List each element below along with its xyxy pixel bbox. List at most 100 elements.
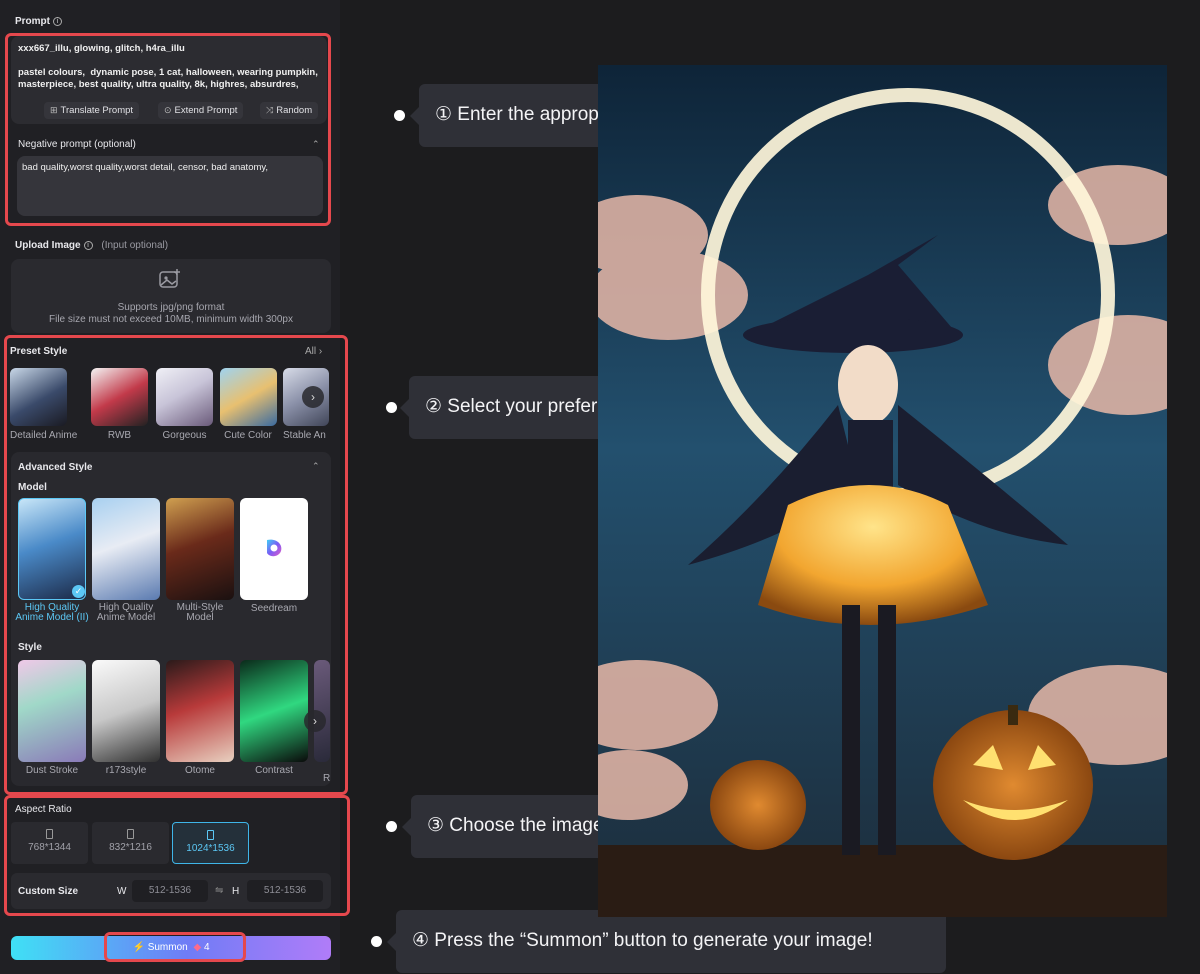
height-label: H — [232, 886, 240, 897]
preset-caption: Stable An — [283, 430, 326, 441]
right-leg — [878, 605, 896, 855]
width-input[interactable]: 512-1536 — [132, 880, 208, 902]
aspect-ratio-label: Aspect Ratio — [15, 804, 72, 815]
ratio-option-832x1216[interactable]: 832*1216 — [92, 822, 169, 864]
collapse-advanced-icon[interactable]: ⌃ — [312, 461, 320, 472]
selected-check-icon: ✓ — [72, 585, 85, 598]
upload-hint: (Input optional) — [101, 240, 169, 251]
summon-label: Summon — [147, 942, 188, 953]
ground — [598, 845, 1167, 917]
generated-image-witch-halloween — [598, 65, 1167, 917]
model-caption-selected: High Quality Anime Model (II) — [15, 602, 89, 623]
translate-icon: ⊞ — [50, 105, 58, 115]
upload-format-text: Supports jpg/png format — [117, 302, 225, 313]
model-caption: Multi-Style Model — [176, 602, 224, 623]
model-caption: Seedream — [250, 603, 298, 614]
callout-dot — [371, 936, 382, 947]
pumpkin-left — [710, 760, 806, 850]
model-label: Model — [18, 482, 47, 493]
preset-all-label: All — [305, 346, 317, 357]
ratio-option-1024x1536[interactable]: 1024*1536 — [172, 822, 249, 864]
generator-panel: Prompt i xxx667_illu, glowing, glitch, h4… — [0, 0, 350, 974]
style-label: Style — [18, 642, 42, 653]
face — [838, 345, 898, 425]
left-leg — [842, 605, 860, 855]
portrait-icon — [46, 829, 53, 839]
callout-pointer — [402, 817, 411, 836]
advanced-style-label: Advanced Style — [18, 462, 93, 473]
translate-prompt-label: Translate Prompt — [60, 105, 134, 116]
prompt-label: Prompt — [15, 16, 50, 27]
preset-caption: RWB — [107, 430, 132, 441]
callout-dot — [386, 402, 397, 413]
preset-all-link[interactable]: All › — [305, 346, 322, 357]
info-icon[interactable]: i — [53, 17, 62, 26]
collapse-negative-icon[interactable]: ⌃ — [312, 139, 320, 150]
upload-heading: Upload Image i (Input optional) — [15, 240, 168, 251]
negative-prompt-textarea[interactable]: bad quality,worst quality,worst detail, … — [22, 162, 318, 173]
shuffle-icon: ⤨ — [266, 105, 274, 115]
model-thumb-hq-anime[interactable] — [92, 498, 160, 600]
prompt-heading: Prompt i — [15, 16, 62, 27]
extend-prompt-button[interactable]: ⊙ Extend Prompt — [158, 102, 244, 119]
portrait-icon — [207, 830, 214, 840]
style-caption: r173style — [105, 765, 147, 776]
prompt-textarea[interactable]: xxx667_illu, glowing, glitch, h4ra_illu … — [18, 43, 322, 91]
summon-button[interactable]: ⚡ Summon ◆ 4 — [11, 936, 331, 960]
extend-icon: ⊙ — [164, 105, 172, 115]
ratio-label: 768*1344 — [28, 842, 71, 853]
extend-prompt-label: Extend Prompt — [174, 105, 238, 116]
callout-dot — [386, 821, 397, 832]
random-label: Random — [276, 105, 313, 116]
pumpkin-stem — [1008, 705, 1018, 725]
preset-caption: Cute Color — [224, 430, 272, 441]
preset-thumb-rwb[interactable] — [91, 368, 148, 426]
preset-next-arrow-icon[interactable]: › — [302, 386, 324, 408]
preset-style-label: Preset Style — [10, 346, 68, 357]
custom-size-label: Custom Size — [18, 886, 79, 897]
callout-step-4: ④ Press the “Summon” button to generate … — [387, 910, 946, 973]
preset-caption: Detailed Anime — [10, 430, 78, 441]
style-thumb-contrast[interactable] — [240, 660, 308, 762]
model-thumb-multi-style[interactable] — [166, 498, 234, 600]
ratio-label: 1024*1536 — [186, 843, 235, 854]
callout-dot — [394, 110, 405, 121]
style-next-arrow-icon[interactable]: › — [304, 710, 326, 732]
style-caption: Dust Stroke — [25, 765, 79, 776]
callout-pointer — [400, 398, 409, 417]
upload-size-text: File size must not exceed 10MB, minimum … — [49, 314, 293, 325]
summon-content: ⚡ Summon ◆ 4 — [11, 936, 331, 960]
ratio-label: 832*1216 — [109, 842, 152, 853]
preset-thumb-detailed-anime[interactable] — [10, 368, 67, 426]
preset-thumb-cute-color[interactable] — [220, 368, 277, 426]
model-thumb-seedream[interactable] — [240, 498, 308, 600]
style-caption: Otome — [184, 765, 215, 776]
preset-caption: Gorgeous — [162, 430, 207, 441]
wand-icon: ⚡ — [132, 942, 145, 953]
width-label: W — [117, 886, 127, 897]
link-ratio-icon[interactable]: ⇋ — [215, 885, 223, 896]
pumpkin-right — [933, 710, 1093, 860]
style-caption: Contrast — [255, 765, 293, 776]
height-input[interactable]: 512-1536 — [247, 880, 323, 902]
callout-pointer — [387, 932, 396, 951]
gem-icon: ◆ — [193, 942, 202, 953]
translate-prompt-button[interactable]: ⊞ Translate Prompt — [44, 102, 140, 119]
random-button[interactable]: ⤨ Random — [260, 102, 319, 119]
add-image-icon — [159, 269, 180, 288]
portrait-icon — [127, 829, 134, 839]
negative-prompt-label: Negative prompt (optional) — [18, 139, 136, 150]
preset-thumb-gorgeous[interactable] — [156, 368, 213, 426]
upload-info-icon[interactable]: i — [83, 241, 93, 250]
style-thumb-r173style[interactable] — [92, 660, 160, 762]
ratio-option-768x1344[interactable]: 768*1344 — [11, 822, 88, 864]
style-caption: R — [323, 773, 331, 784]
style-thumb-dust-stroke[interactable] — [18, 660, 86, 762]
seedream-logo-icon — [267, 539, 282, 557]
hat-brim — [743, 317, 963, 353]
callout-text: ④ Press the “Summon” button to generate … — [412, 930, 873, 951]
callout-pointer — [410, 106, 419, 125]
summon-cost: 4 — [203, 942, 210, 953]
model-caption: High Quality Anime Model — [96, 602, 156, 623]
style-thumb-otome[interactable] — [166, 660, 234, 762]
